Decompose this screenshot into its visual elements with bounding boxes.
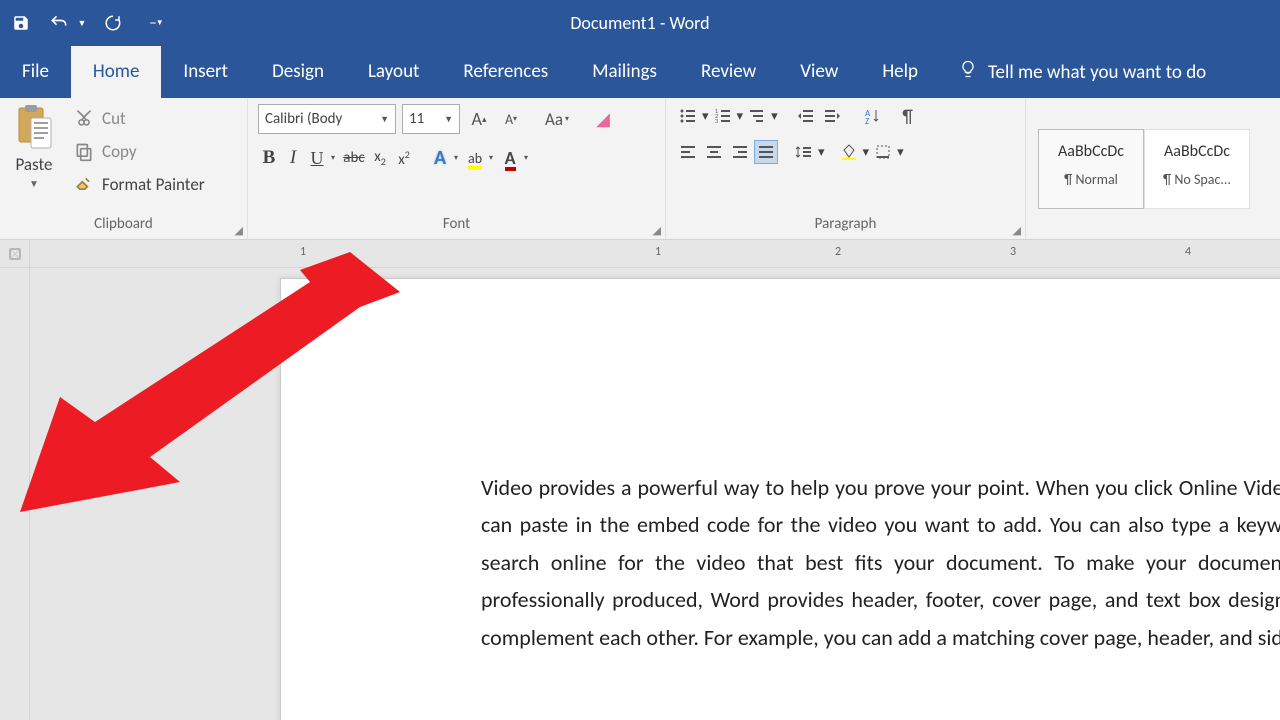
quick-access-toolbar: ▼ ⎯▼ <box>8 10 170 36</box>
increase-indent-button[interactable] <box>820 104 844 128</box>
vertical-ruler[interactable] <box>0 268 30 720</box>
format-painter-button[interactable]: Format Painter <box>70 168 209 201</box>
paste-label: Paste <box>4 154 64 175</box>
tell-me-label: Tell me what you want to do <box>988 61 1206 84</box>
multilevel-dropdown[interactable]: ▾ <box>771 109 778 124</box>
document-area: Video provides a powerful way to help yo… <box>0 268 1280 720</box>
strikethrough-button[interactable]: abc <box>341 149 367 167</box>
align-justify-button[interactable] <box>754 140 778 164</box>
superscript-button[interactable]: x2 <box>393 148 415 169</box>
align-right-button[interactable] <box>728 140 752 164</box>
undo-button[interactable] <box>46 10 72 36</box>
shading-dropdown[interactable]: ▾ <box>863 145 870 160</box>
undo-dropdown[interactable]: ▼ <box>76 10 88 36</box>
horizontal-ruler[interactable]: 1 1 2 3 4 <box>0 240 1280 268</box>
paste-icon <box>15 104 53 150</box>
save-button[interactable] <box>8 10 34 36</box>
window-title: Document1 - Word <box>0 0 1280 46</box>
svg-text:Z: Z <box>865 116 869 125</box>
shading-button[interactable] <box>837 140 861 164</box>
group-font: Calibri (Body▼ 11▼ A▴ A▾ Aa▾ ◢ B I U ▾ a… <box>248 98 666 239</box>
document-canvas[interactable]: Video provides a powerful way to help yo… <box>30 268 1280 720</box>
tab-home[interactable]: Home <box>71 46 162 98</box>
clipboard-group-label: Clipboard <box>4 215 243 235</box>
underline-dropdown[interactable]: ▾ <box>331 153 335 163</box>
highlight-button[interactable]: ab <box>464 150 486 167</box>
group-paragraph: ▾ 123 ▾ ▾ AZ ¶ ▾ <box>666 98 1026 239</box>
svg-text:3: 3 <box>715 117 718 125</box>
tab-help[interactable]: Help <box>860 46 940 98</box>
decrease-font-button[interactable]: A▾ <box>498 106 524 132</box>
highlight-dropdown[interactable]: ▾ <box>489 153 493 163</box>
tab-mailings[interactable]: Mailings <box>570 46 679 98</box>
text-effects-dropdown[interactable]: ▾ <box>454 153 458 163</box>
qat-customize[interactable]: ⎯▼ <box>144 10 170 36</box>
sort-button[interactable]: AZ <box>860 104 884 128</box>
group-styles: AaBbCcDc ¶ Normal AaBbCcDc ¶ No Spac... <box>1026 98 1280 239</box>
align-center-button[interactable] <box>702 140 726 164</box>
group-clipboard: Paste ▼ Cut Copy Format Painter Clipboar… <box>0 98 248 239</box>
tab-design[interactable]: Design <box>250 46 346 98</box>
increase-font-button[interactable]: A▴ <box>466 106 492 132</box>
borders-dropdown[interactable]: ▾ <box>897 145 904 160</box>
paragraph-group-label: Paragraph <box>670 215 1021 235</box>
tab-references[interactable]: References <box>441 46 570 98</box>
font-group-label: Font <box>252 215 661 235</box>
tab-file[interactable]: File <box>0 46 71 98</box>
tab-review[interactable]: Review <box>679 46 778 98</box>
line-spacing-dropdown[interactable]: ▾ <box>818 145 825 160</box>
paragraph-launcher[interactable]: ◢ <box>1013 224 1021 237</box>
numbering-button[interactable]: 123 <box>711 104 735 128</box>
subscript-button[interactable]: x2 <box>369 148 391 168</box>
show-hide-button[interactable]: ¶ <box>896 104 920 128</box>
cut-button[interactable]: Cut <box>70 102 209 135</box>
page[interactable]: Video provides a powerful way to help yo… <box>280 278 1280 720</box>
tell-me-search[interactable]: Tell me what you want to do <box>940 46 1206 98</box>
align-left-button[interactable] <box>676 140 700 164</box>
ribbon-tabs: File Home Insert Design Layout Reference… <box>0 46 1280 98</box>
document-body-text[interactable]: Video provides a powerful way to help yo… <box>481 469 1280 656</box>
style-no-spacing[interactable]: AaBbCcDc ¶ No Spac... <box>1144 129 1250 209</box>
bold-button[interactable]: B <box>258 147 280 169</box>
font-color-dropdown[interactable]: ▾ <box>524 153 528 163</box>
bullets-dropdown[interactable]: ▾ <box>702 109 709 124</box>
lightbulb-icon <box>958 59 978 85</box>
clipboard-launcher[interactable]: ◢ <box>235 224 243 237</box>
font-name-combo[interactable]: Calibri (Body▼ <box>258 104 396 134</box>
redo-button[interactable] <box>100 10 126 36</box>
bullets-button[interactable] <box>676 104 700 128</box>
multilevel-list-button[interactable] <box>745 104 769 128</box>
text-effects-button[interactable]: A <box>429 146 451 170</box>
borders-button[interactable] <box>871 140 895 164</box>
style-normal[interactable]: AaBbCcDc ¶ Normal <box>1038 129 1144 209</box>
tab-insert[interactable]: Insert <box>161 46 250 98</box>
font-launcher[interactable]: ◢ <box>653 224 661 237</box>
italic-button[interactable]: I <box>282 147 304 169</box>
ribbon: Paste ▼ Cut Copy Format Painter Clipboar… <box>0 98 1280 240</box>
font-color-button[interactable]: A <box>499 147 521 169</box>
paste-button[interactable]: Paste ▼ <box>4 102 64 190</box>
tab-layout[interactable]: Layout <box>346 46 441 98</box>
ruler-corner[interactable] <box>0 240 30 268</box>
line-spacing-button[interactable] <box>792 140 816 164</box>
decrease-indent-button[interactable] <box>794 104 818 128</box>
title-bar: ▼ ⎯▼ Document1 - Word <box>0 0 1280 46</box>
numbering-dropdown[interactable]: ▾ <box>737 109 744 124</box>
clear-formatting-button[interactable]: ◢ <box>590 106 616 132</box>
underline-button[interactable]: U <box>306 148 328 169</box>
paste-dropdown[interactable]: ▼ <box>4 177 64 190</box>
font-size-combo[interactable]: 11▼ <box>402 104 460 134</box>
copy-button[interactable]: Copy <box>70 135 209 168</box>
tab-view[interactable]: View <box>778 46 860 98</box>
change-case-button[interactable]: Aa▾ <box>544 106 570 132</box>
